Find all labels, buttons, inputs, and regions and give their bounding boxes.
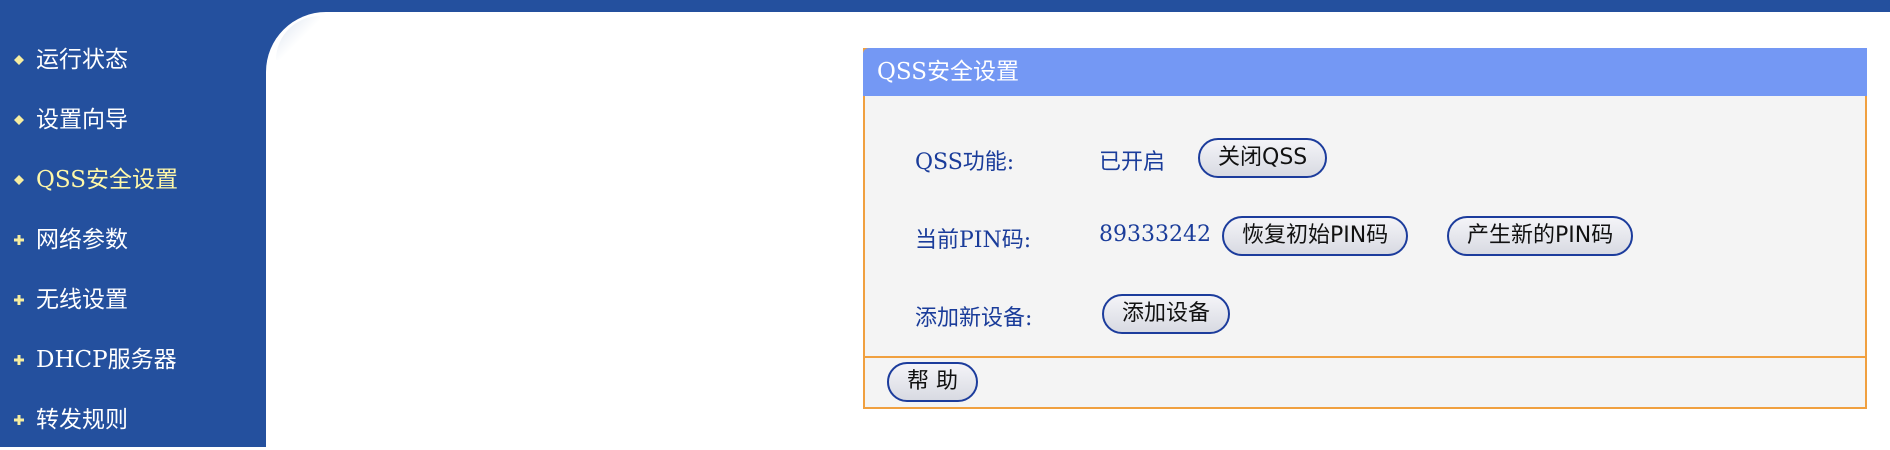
sidebar-item-label: 设置向导 [36,107,128,133]
sidebar-item-label: 网络参数 [36,227,128,253]
generate-pin-button[interactable]: 产生新的PIN码 [1447,216,1634,256]
sidebar-menu: 运行状态 设置向导 QSS安全设置 网络参数 无线设置 DHCP服务器 转发规则 [0,30,266,450]
sidebar-item-forwarding[interactable]: 转发规则 [0,390,266,450]
add-device-label: 添加新设备: [915,306,1033,331]
disable-qss-button[interactable]: 关闭QSS [1198,138,1328,178]
help-button[interactable]: 帮 助 [887,362,978,402]
sidebar-item-wireless[interactable]: 无线设置 [0,270,266,330]
current-pin-label: 当前PIN码: [915,228,1032,253]
panel-title: QSS安全设置 [863,48,1867,96]
current-pin-value: 89333242 [1099,222,1211,247]
plus-bullet-icon [14,295,24,305]
diamond-bullet-icon [14,175,24,185]
top-bar [0,0,1890,12]
panel-divider [865,356,1865,358]
qss-function-label: QSS功能: [915,150,1015,175]
restore-pin-button[interactable]: 恢复初始PIN码 [1222,216,1409,256]
add-device-button[interactable]: 添加设备 [1102,294,1231,334]
sidebar-item-qss[interactable]: QSS安全设置 [0,150,266,210]
qss-settings-panel: QSS安全设置 QSS功能: 已开启 关闭QSS 当前PIN码: 8933324… [863,48,1867,409]
sidebar-item-label: 转发规则 [36,407,128,433]
sidebar: 运行状态 设置向导 QSS安全设置 网络参数 无线设置 DHCP服务器 转发规则 [0,0,266,447]
diamond-bullet-icon [14,55,24,65]
sidebar-item-status[interactable]: 运行状态 [0,30,266,90]
diamond-bullet-icon [14,115,24,125]
sidebar-item-wizard[interactable]: 设置向导 [0,90,266,150]
sidebar-item-label: 无线设置 [36,287,128,313]
sidebar-item-dhcp[interactable]: DHCP服务器 [0,330,266,390]
qss-status-value: 已开启 [1099,150,1166,175]
sidebar-item-network[interactable]: 网络参数 [0,210,266,270]
plus-bullet-icon [14,415,24,425]
plus-bullet-icon [14,235,24,245]
sidebar-item-label: DHCP服务器 [36,347,177,373]
sidebar-item-label: QSS安全设置 [36,167,178,193]
sidebar-item-label: 运行状态 [36,47,128,73]
plus-bullet-icon [14,355,24,365]
